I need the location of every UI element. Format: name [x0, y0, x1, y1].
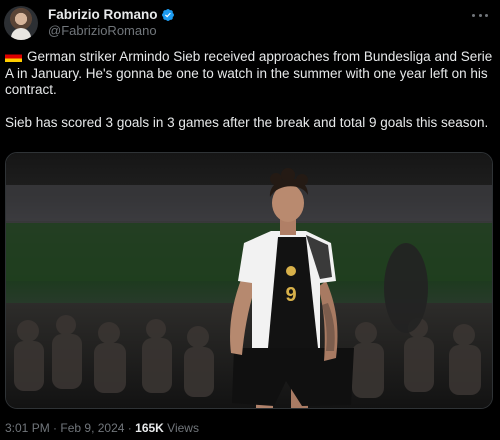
- paragraph-1-text: German striker Armindo Sieb received app…: [5, 49, 493, 97]
- display-name[interactable]: Fabrizio Romano: [48, 7, 158, 23]
- tweet-paragraph-2: Sieb has scored 3 goals in 3 games after…: [5, 114, 489, 130]
- jersey-number: 9: [285, 284, 296, 306]
- handle[interactable]: @FabrizioRomano: [48, 23, 175, 39]
- tweet-header: Fabrizio Romano @FabrizioRomano: [4, 6, 175, 40]
- tweet-date[interactable]: Feb 9, 2024: [60, 421, 124, 435]
- views-label: Views: [167, 421, 199, 435]
- more-options-icon[interactable]: [472, 12, 488, 18]
- verified-badge-icon: [161, 9, 174, 21]
- tweet-meta: 3:01 PM · Feb 9, 2024 · 165K Views: [5, 421, 199, 435]
- author-names: Fabrizio Romano @FabrizioRomano: [48, 7, 175, 39]
- tweet-paragraph-1: German striker Armindo Sieb received app…: [5, 49, 495, 99]
- meta-separator-2: ·: [127, 421, 132, 435]
- tweet: Fabrizio Romano @FabrizioRomano German s…: [0, 0, 500, 440]
- avatar[interactable]: [4, 6, 38, 40]
- views-count[interactable]: 165K: [135, 421, 164, 435]
- player-photo-illustration: 9: [6, 153, 492, 408]
- tweet-photo[interactable]: 9: [5, 152, 493, 409]
- tweet-time[interactable]: 3:01 PM: [5, 421, 50, 435]
- germany-flag-icon: [5, 51, 22, 62]
- tweet-text: German striker Armindo Sieb received app…: [5, 49, 495, 131]
- meta-separator: ·: [53, 421, 58, 435]
- name-row: Fabrizio Romano: [48, 7, 175, 23]
